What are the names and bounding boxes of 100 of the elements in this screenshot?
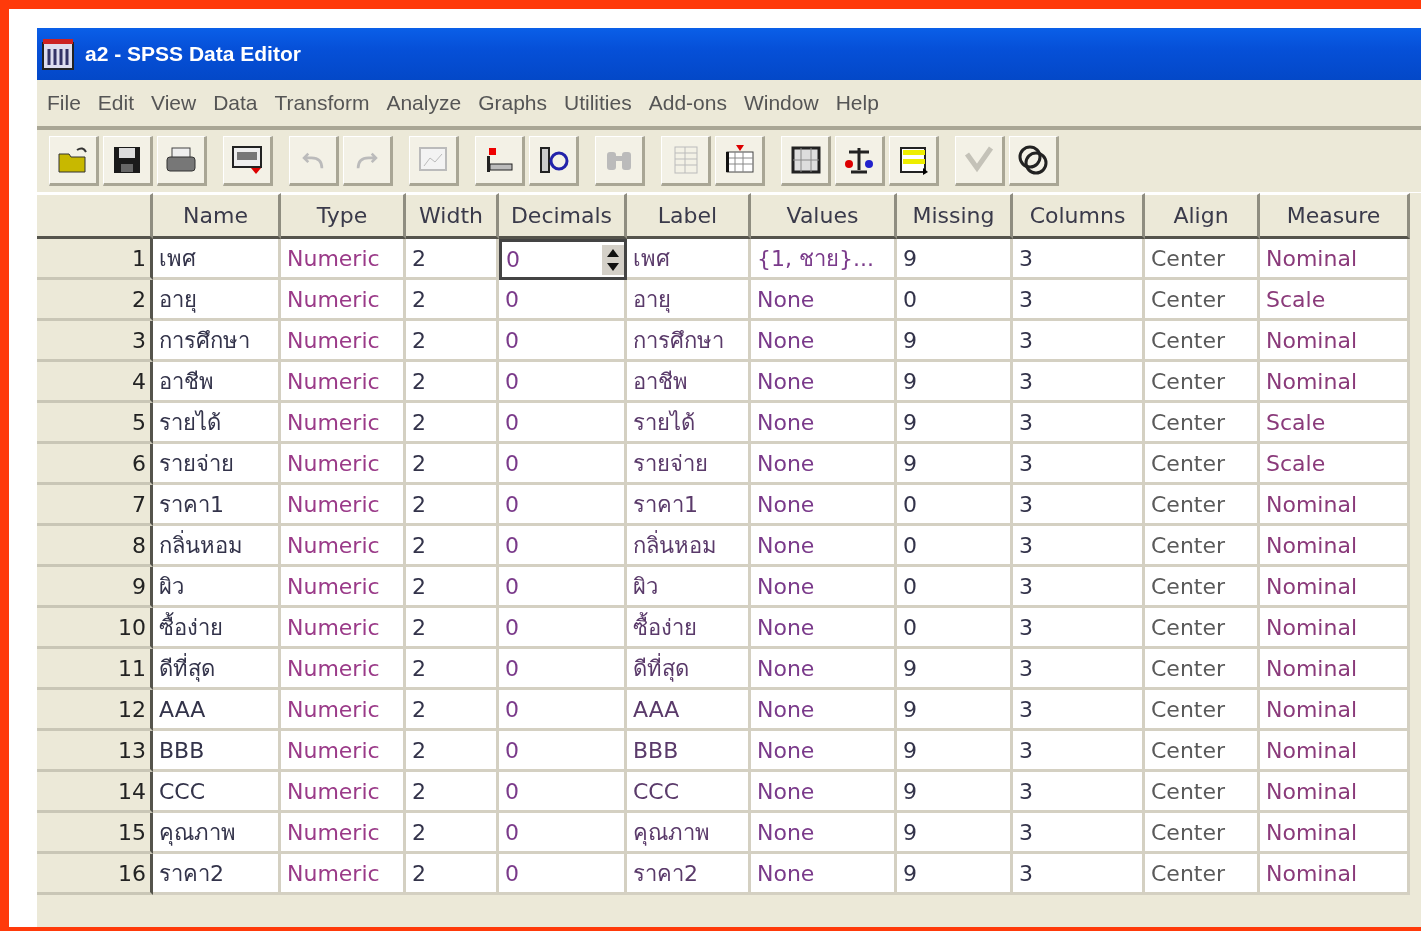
table-cell: Center [1145, 690, 1260, 731]
table-cell: 0 [499, 485, 627, 526]
row-header[interactable]: 5 [37, 403, 153, 444]
table-cell: Center [1145, 280, 1260, 321]
row-header[interactable]: 15 [37, 813, 153, 854]
table-cell: 0 [897, 280, 1013, 321]
table-cell: คุณภาพ [627, 813, 751, 854]
table-cell: อาชีพ [627, 362, 751, 403]
table-cell: Numeric [281, 444, 406, 485]
menu-item[interactable]: File [43, 91, 94, 115]
menu-item[interactable]: Transform [270, 91, 383, 115]
table-cell: 3 [1013, 321, 1145, 362]
menu-item[interactable]: Window [739, 91, 832, 115]
toolbar-button[interactable] [889, 136, 939, 186]
table-cell: 3 [1013, 526, 1145, 567]
row-header[interactable]: 10 [37, 608, 153, 649]
menu-item[interactable]: Help [831, 91, 892, 115]
table-cell: Numeric [281, 690, 406, 731]
toolbar-button[interactable] [103, 136, 153, 186]
column-header[interactable]: Label [627, 193, 751, 239]
table-cell: รายได้ [627, 403, 751, 444]
menu-item[interactable]: Analyze [382, 91, 475, 115]
row-header[interactable]: 8 [37, 526, 153, 567]
row-header[interactable]: 1 [37, 239, 153, 280]
table-cell: 2 [406, 772, 499, 813]
row-header[interactable]: 3 [37, 321, 153, 362]
row-header[interactable]: 12 [37, 690, 153, 731]
table-cell: 3 [1013, 649, 1145, 690]
table-cell: 2 [406, 567, 499, 608]
row-header[interactable]: 13 [37, 731, 153, 772]
menu-item[interactable]: View [147, 91, 210, 115]
table-cell: Numeric [281, 731, 406, 772]
column-header[interactable]: Missing [897, 193, 1013, 239]
table-cell: รายจ่าย [153, 444, 281, 485]
row-header[interactable]: 14 [37, 772, 153, 813]
menu-item[interactable]: Add-ons [644, 91, 740, 115]
table-cell: AAA [627, 690, 751, 731]
table-cell: Center [1145, 526, 1260, 567]
table-cell: 3 [1013, 772, 1145, 813]
spin-field[interactable]: 0 [499, 239, 627, 280]
spreadsheet-app-icon [41, 37, 75, 71]
table-cell: Center [1145, 772, 1260, 813]
table-cell: Nominal [1260, 526, 1410, 567]
table-cell: Center [1145, 854, 1260, 895]
toolbar-button[interactable] [781, 136, 831, 186]
column-header[interactable]: Type [281, 193, 406, 239]
table-cell: BBB [153, 731, 281, 772]
table-cell: รายได้ [153, 403, 281, 444]
table-cell: 9 [897, 690, 1013, 731]
table-cell: Center [1145, 813, 1260, 854]
table-cell: {1, ชาย}... [751, 239, 897, 280]
table-cell: คุณภาพ [153, 813, 281, 854]
toolbar-button[interactable] [475, 136, 525, 186]
table-cell: Nominal [1260, 813, 1410, 854]
column-header[interactable]: Width [406, 193, 499, 239]
row-header[interactable]: 4 [37, 362, 153, 403]
table-cell: Numeric [281, 485, 406, 526]
toolbar-button[interactable] [1009, 136, 1059, 186]
table-cell: 2 [406, 362, 499, 403]
table-cell: ราคา1 [153, 485, 281, 526]
table-cell: None [751, 690, 897, 731]
table-cell: Center [1145, 444, 1260, 485]
table-cell: 0 [499, 608, 627, 649]
toolbar-button[interactable] [529, 136, 579, 186]
toolbar-button[interactable] [835, 136, 885, 186]
table-cell: Nominal [1260, 772, 1410, 813]
table-cell: 2 [406, 403, 499, 444]
row-header[interactable]: 6 [37, 444, 153, 485]
table-cell: None [751, 813, 897, 854]
table-cell: Nominal [1260, 731, 1410, 772]
row-header[interactable]: 11 [37, 649, 153, 690]
column-header[interactable]: Measure [1260, 193, 1410, 239]
menu-item[interactable]: Data [209, 91, 271, 115]
table-cell: Nominal [1260, 362, 1410, 403]
spinner-icon[interactable] [602, 244, 624, 275]
table-cell: 2 [406, 526, 499, 567]
table-cell: Nominal [1260, 690, 1410, 731]
row-header[interactable]: 2 [37, 280, 153, 321]
toolbar-button[interactable] [715, 136, 765, 186]
row-header[interactable]: 16 [37, 854, 153, 895]
menu-item[interactable]: Utilities [560, 91, 645, 115]
column-header[interactable]: Decimals [499, 193, 627, 239]
table-cell: รายจ่าย [627, 444, 751, 485]
table-cell: None [751, 321, 897, 362]
table-cell: 9 [897, 649, 1013, 690]
menu-item[interactable]: Graphs [474, 91, 561, 115]
column-header[interactable]: Align [1145, 193, 1260, 239]
column-header[interactable]: Columns [1013, 193, 1145, 239]
toolbar-button[interactable] [223, 136, 273, 186]
table-cell: 0 [897, 526, 1013, 567]
column-header[interactable]: Name [153, 193, 281, 239]
menu-item[interactable]: Edit [93, 91, 148, 115]
undo-icon [302, 150, 324, 170]
table-cell: Numeric [281, 649, 406, 690]
row-header[interactable]: 7 [37, 485, 153, 526]
table-cell: 9 [897, 362, 1013, 403]
column-header[interactable]: Values [751, 193, 897, 239]
table-cell: Nominal [1260, 649, 1410, 690]
row-header[interactable]: 9 [37, 567, 153, 608]
toolbar-button[interactable] [157, 136, 207, 186]
